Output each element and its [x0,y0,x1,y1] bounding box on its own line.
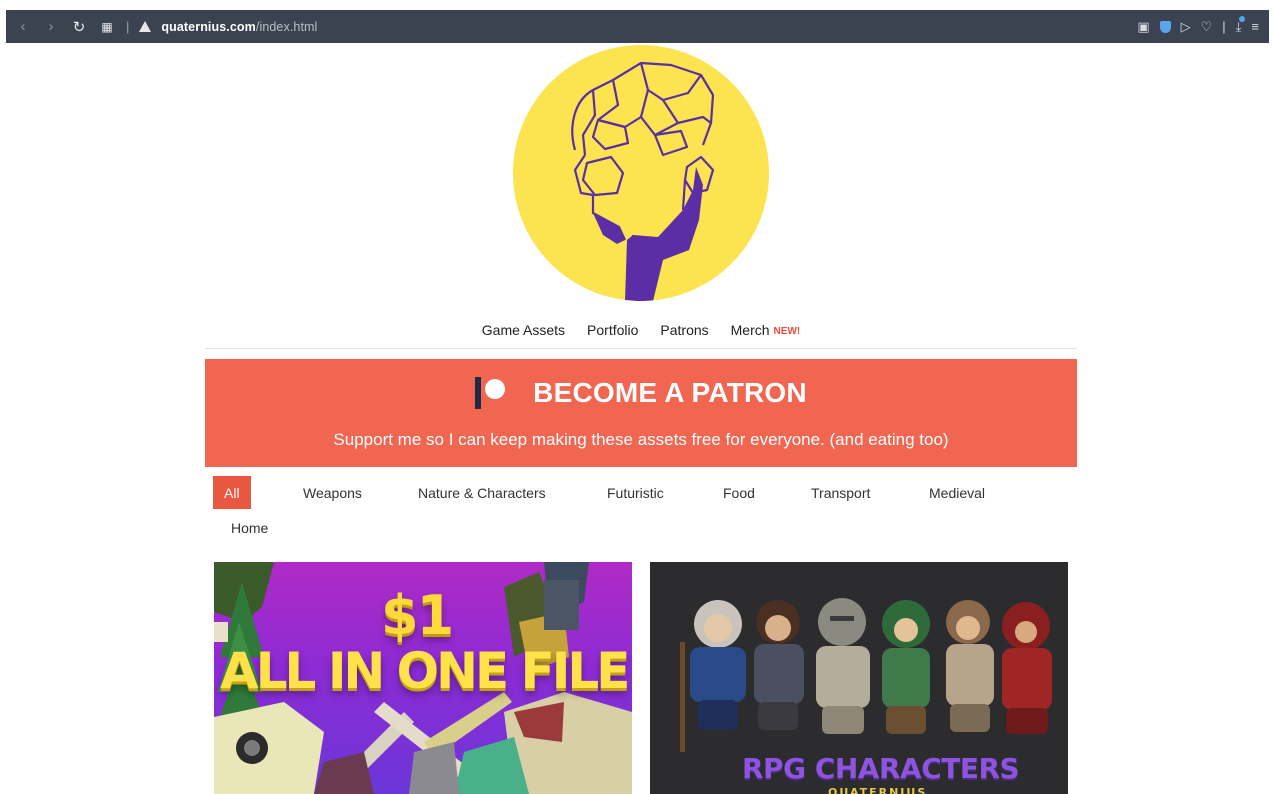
patreon-icon-bar [475,377,482,409]
send-icon[interactable]: ▷ [1181,19,1191,35]
toolbar-right-icons: ▣ ▷ ♡ | ⤓ ≡ [1137,15,1259,35]
browser-toolbar: ‹ › ↻ ▦ | quaternius.com/index.html ▣ ▷ … [0,0,1275,43]
back-icon[interactable]: ‹ [12,18,34,35]
nav-divider [205,348,1077,349]
camera-icon[interactable]: ▣ [1137,19,1149,35]
nav-game-assets[interactable]: Game Assets [482,322,565,348]
filter-all[interactable]: All [213,476,251,509]
reload-icon[interactable]: ↻ [68,18,90,36]
banner-subtitle: Support me so I can keep making these as… [333,430,949,449]
nav-portfolio[interactable]: Portfolio [587,322,638,348]
patreon-icon-circle [485,379,506,399]
bundle-card[interactable]: $1 ALL IN ONE FILE [214,562,632,794]
filter-futuristic[interactable]: Futuristic [596,476,675,509]
toolbar-separator: | [126,19,130,34]
browser-toolbar-inner: ‹ › ↻ ▦ | quaternius.com/index.html ▣ ▷ … [6,10,1269,43]
insecure-warning-icon[interactable] [139,21,152,32]
filter-weapons[interactable]: Weapons [292,476,373,509]
download-icon[interactable]: ⤓ [1236,15,1246,35]
nav-merch-label: Merch [730,322,770,338]
become-patron-banner[interactable]: BECOME A PATRON Support me so I can keep… [205,359,1077,467]
rpg-card-title: RPG CHARACTERS [742,752,1020,785]
tabs-grid-icon[interactable]: ▦ [96,20,118,34]
filter-transport[interactable]: Transport [800,476,881,509]
url-path: /index.html [255,19,318,34]
toolbar-separator-2: | [1222,19,1226,34]
rpg-characters-card[interactable]: RPG CHARACTERS QUATERNIUS [650,562,1068,794]
banner-title: BECOME A PATRON [533,377,807,408]
menu-icon[interactable]: ≡ [1251,19,1259,34]
patreon-icon [475,376,511,410]
shield-icon[interactable] [1159,20,1171,33]
quaternius-logo[interactable] [513,45,769,301]
nav-patrons[interactable]: Patrons [660,322,708,348]
bundle-price: $1 [381,584,454,647]
address-bar[interactable]: quaternius.com/index.html [161,20,317,34]
url-host: quaternius.com [161,19,256,34]
nav-merch[interactable]: Merch NEW! [731,322,801,348]
filter-food[interactable]: Food [712,476,766,509]
rpg-card-subtitle: QUATERNIUS [828,786,928,794]
filter-medieval[interactable]: Medieval [918,476,996,509]
filter-home[interactable]: Home [220,511,279,544]
main-nav: Game Assets Portfolio Patrons Merch NEW! [205,322,1077,348]
new-badge: NEW! [773,326,801,337]
download-badge [1239,15,1246,22]
filter-nature-characters[interactable]: Nature & Characters [407,476,557,509]
forward-icon[interactable]: › [40,18,62,35]
heart-icon[interactable]: ♡ [1201,19,1213,35]
banner-title-row: BECOME A PATRON [205,376,1077,410]
bundle-headline: ALL IN ONE FILE [220,642,630,700]
